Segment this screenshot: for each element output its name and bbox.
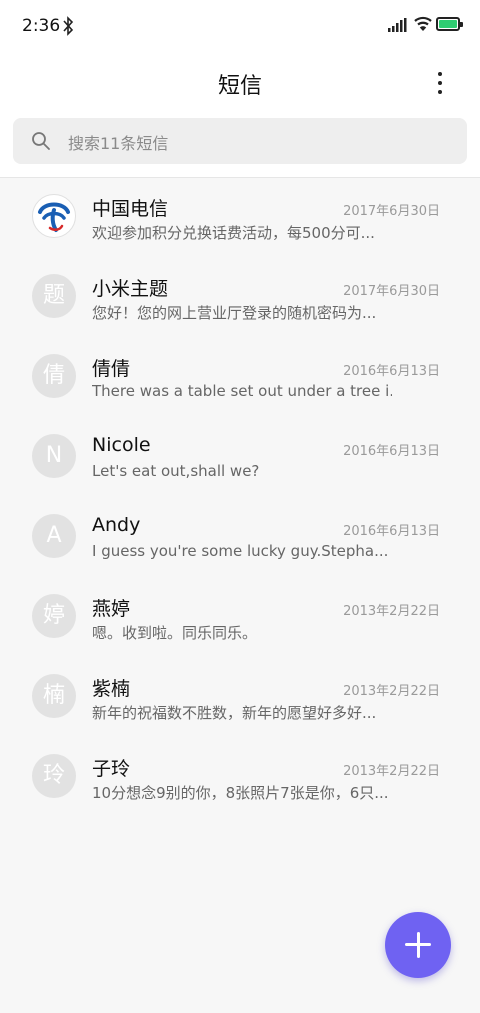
page-title: 短信 — [217, 74, 262, 99]
conversation-item[interactable]: 婷 燕婷 2013年2月22日 嗯。收到啦。同乐同乐。 — [0, 578, 480, 658]
search-input[interactable]: 搜索11条短信 — [13, 118, 467, 164]
message-date: 2016年6月13日 — [343, 524, 440, 539]
contact-name: Andy — [92, 514, 141, 536]
contact-name: 燕婷 — [92, 598, 131, 620]
conversation-list: 中国电信 2017年6月30日 欢迎参加积分兑换话费活动，每500分可... 题… — [0, 178, 480, 818]
avatar: 玲 — [32, 754, 76, 798]
conversation-item[interactable]: 中国电信 2017年6月30日 欢迎参加积分兑换话费活动，每500分可... — [0, 178, 480, 258]
contact-name: 小米主题 — [92, 278, 169, 300]
message-date: 2013年2月22日 — [343, 764, 440, 779]
contact-name: 紫楠 — [92, 678, 131, 700]
avatar: 倩 — [32, 354, 76, 398]
message-preview: 欢迎参加积分兑换话费活动，每500分可... — [92, 224, 375, 242]
message-date: 2013年2月22日 — [343, 684, 440, 699]
more-vertical-icon[interactable] — [428, 72, 452, 98]
new-message-button[interactable] — [385, 912, 451, 978]
message-date: 2013年2月22日 — [343, 604, 440, 619]
search-container: 搜索11条短信 — [0, 118, 480, 178]
conversation-item[interactable]: 题 小米主题 2017年6月30日 您好！您的网上营业厅登录的随机密码为... — [0, 258, 480, 338]
contact-name: 倩倩 — [92, 358, 131, 380]
message-preview: There was a table set out under a tree i… — [92, 382, 392, 400]
bluetooth-icon — [63, 16, 74, 36]
china-telecom-logo-icon — [32, 194, 76, 238]
signal-icon — [388, 18, 407, 32]
avatar: 题 — [32, 274, 76, 318]
app-header: 短信 — [0, 52, 480, 118]
message-date: 2017年6月30日 — [343, 204, 440, 219]
message-preview: I guess you're some lucky guy.Stepha... — [92, 542, 389, 560]
message-preview: 10分想念9别的你，8张照片7张是你，6只... — [92, 784, 389, 802]
status-bar: 2:36 — [0, 0, 480, 52]
contact-name: Nicole — [92, 434, 151, 456]
contact-name: 中国电信 — [92, 198, 169, 220]
contact-name: 子玲 — [92, 758, 131, 780]
message-preview: 嗯。收到啦。同乐同乐。 — [92, 624, 258, 642]
message-preview: 新年的祝福数不胜数，新年的愿望好多好... — [92, 704, 377, 722]
conversation-item[interactable]: A Andy 2016年6月13日 I guess you're some lu… — [0, 498, 480, 578]
status-time: 2:36 — [22, 16, 61, 36]
message-date: 2016年6月13日 — [343, 364, 440, 379]
avatar: 婷 — [32, 594, 76, 638]
wifi-icon — [414, 16, 432, 31]
avatar: 楠 — [32, 674, 76, 718]
conversation-item[interactable]: 倩 倩倩 2016年6月13日 There was a table set ou… — [0, 338, 480, 418]
avatar: A — [32, 514, 76, 558]
conversation-item[interactable]: N Nicole 2016年6月13日 Let's eat out,shall … — [0, 418, 480, 498]
message-date: 2017年6月30日 — [343, 284, 440, 299]
message-preview: Let's eat out,shall we? — [92, 462, 260, 480]
conversation-item[interactable]: 楠 紫楠 2013年2月22日 新年的祝福数不胜数，新年的愿望好多好... — [0, 658, 480, 738]
message-preview: 您好！您的网上营业厅登录的随机密码为... — [92, 304, 377, 322]
search-placeholder: 搜索11条短信 — [68, 134, 169, 153]
message-date: 2016年6月13日 — [343, 444, 440, 459]
battery-icon — [436, 17, 463, 31]
conversation-item[interactable]: 玲 子玲 2013年2月22日 10分想念9别的你，8张照片7张是你，6只... — [0, 738, 480, 818]
search-icon — [32, 132, 50, 150]
avatar: N — [32, 434, 76, 478]
